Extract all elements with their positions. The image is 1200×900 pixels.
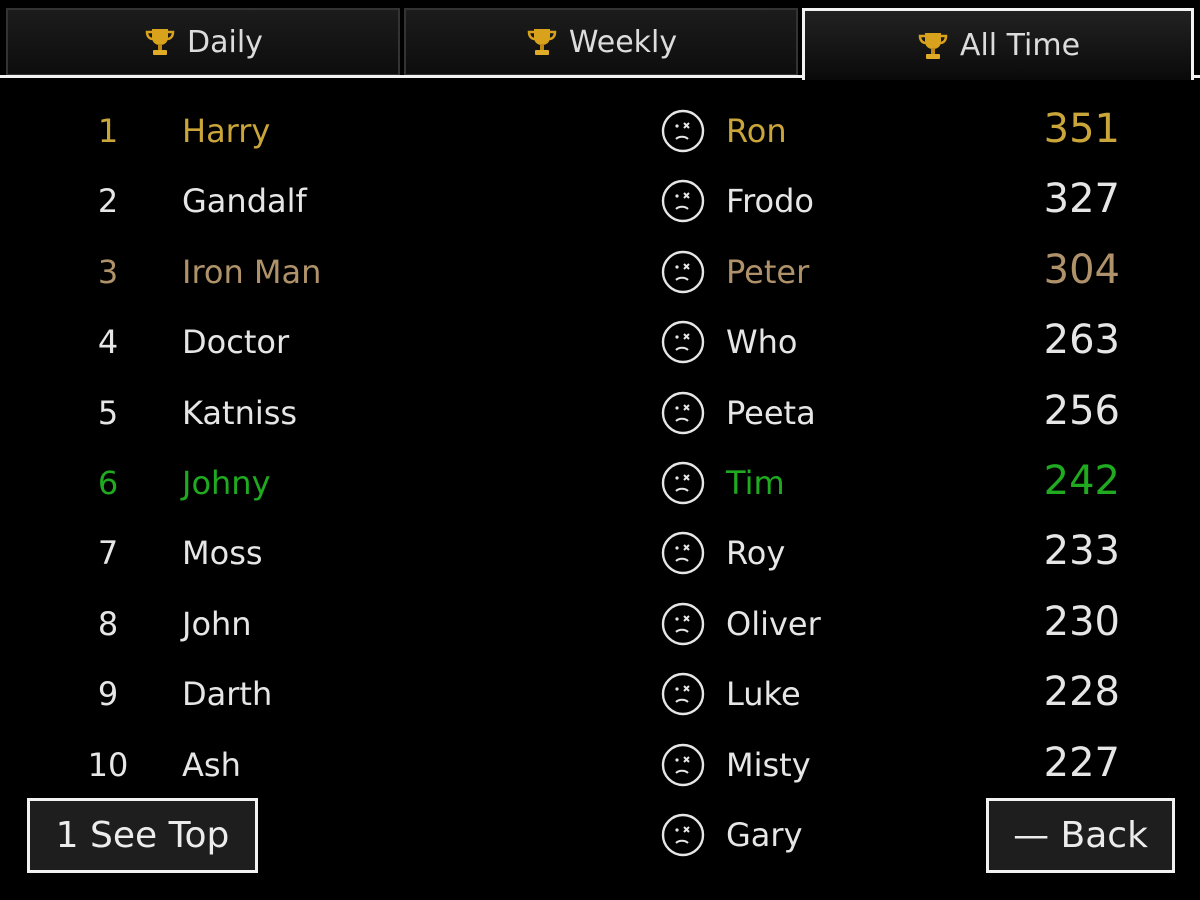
leaderboard-row[interactable]: 6 Johny Tim 242	[0, 448, 1200, 518]
tab-underline	[1191, 75, 1200, 78]
tab-all-time[interactable]: All Time	[802, 8, 1194, 80]
trophy-icon	[145, 29, 175, 55]
rank-number: 4	[97, 323, 119, 362]
tab-label: All Time	[959, 28, 1081, 63]
avatar-icon	[660, 319, 706, 365]
player-name: Darth	[182, 675, 273, 714]
leaderboard-tabs: Daily Weekly All Time	[0, 0, 1200, 80]
rank-number: 10	[87, 745, 129, 784]
player-name: John	[182, 604, 252, 643]
player-name: Ash	[182, 745, 241, 784]
partner-name: Tim	[726, 463, 785, 502]
score-value: 242	[1043, 457, 1120, 504]
rank-number: 9	[97, 675, 119, 714]
rank-number: 7	[97, 534, 119, 573]
player-name: Gandalf	[182, 182, 307, 221]
leaderboard-row[interactable]: 7 Moss Roy 233	[0, 518, 1200, 588]
score-value: 351	[1043, 106, 1120, 152]
score-value: 230	[1043, 598, 1120, 645]
score-value: 304	[1043, 246, 1120, 293]
avatar-icon	[660, 108, 706, 154]
trophy-icon	[918, 32, 948, 59]
leaderboard-row[interactable]: 9 Darth Luke 228	[0, 659, 1200, 729]
see-top-button[interactable]: 1 See Top	[27, 798, 258, 873]
score-value: 256	[1043, 387, 1120, 434]
avatar-icon	[660, 249, 706, 295]
tab-daily[interactable]: Daily	[6, 8, 400, 76]
tab-underline	[0, 75, 804, 78]
leaderboard-row[interactable]: 8 John Oliver 230	[0, 589, 1200, 659]
partner-name: Ron	[726, 112, 787, 150]
leaderboard-row[interactable]: 3 Iron Man Peter 304	[0, 237, 1200, 307]
player-name: Johny	[182, 463, 271, 502]
avatar-icon	[660, 530, 706, 576]
partner-name: Roy	[726, 534, 786, 573]
leaderboard-row[interactable]: 4 Doctor Who 263	[0, 307, 1200, 377]
trophy-icon	[527, 29, 557, 55]
rank-number: 3	[97, 252, 119, 291]
player-name: Doctor	[182, 323, 290, 362]
partner-name: Misty	[726, 745, 811, 784]
back-button[interactable]: — Back	[986, 798, 1175, 873]
avatar-icon	[660, 601, 706, 647]
leaderboard-list: 1 Harry Ron 351 2 Gandalf Frodo 327 3 Iron Man Pet…	[0, 96, 1200, 870]
player-name: Moss	[182, 534, 263, 573]
tab-weekly[interactable]: Weekly	[404, 8, 798, 76]
leaderboard-row[interactable]: 10 Ash Misty 227	[0, 730, 1200, 800]
avatar-icon	[660, 812, 706, 858]
avatar-icon	[660, 390, 706, 436]
rank-number: 6	[97, 463, 119, 502]
partner-name: Gary	[726, 815, 803, 854]
leaderboard-row[interactable]: 5 Katniss Peeta 256	[0, 378, 1200, 448]
partner-name: Peeta	[726, 393, 816, 432]
partner-name: Peter	[726, 252, 810, 291]
score-value: 227	[1043, 739, 1120, 786]
partner-name: Oliver	[726, 604, 821, 643]
rank-number: 1	[97, 112, 119, 150]
player-name: Iron Man	[182, 252, 322, 291]
score-value: 233	[1043, 528, 1120, 575]
score-value: 327	[1043, 176, 1120, 223]
leaderboard-row[interactable]: 1 Harry Ron 351	[0, 96, 1200, 166]
avatar-icon	[660, 671, 706, 717]
partner-name: Frodo	[726, 182, 814, 221]
rank-number: 2	[97, 182, 119, 221]
player-name: Harry	[182, 112, 271, 150]
score-value: 228	[1043, 669, 1120, 716]
avatar-icon	[660, 178, 706, 224]
avatar-icon	[660, 742, 706, 788]
partner-name: Luke	[726, 675, 801, 714]
player-name: Katniss	[182, 393, 298, 432]
leaderboard-row[interactable]: 2 Gandalf Frodo 327	[0, 166, 1200, 236]
rank-number: 5	[97, 393, 119, 432]
tab-label: Weekly	[568, 24, 678, 60]
tab-label: Daily	[187, 24, 263, 60]
partner-name: Who	[726, 323, 798, 362]
rank-number: 8	[97, 604, 119, 643]
score-value: 263	[1043, 317, 1120, 364]
avatar-icon	[660, 460, 706, 506]
